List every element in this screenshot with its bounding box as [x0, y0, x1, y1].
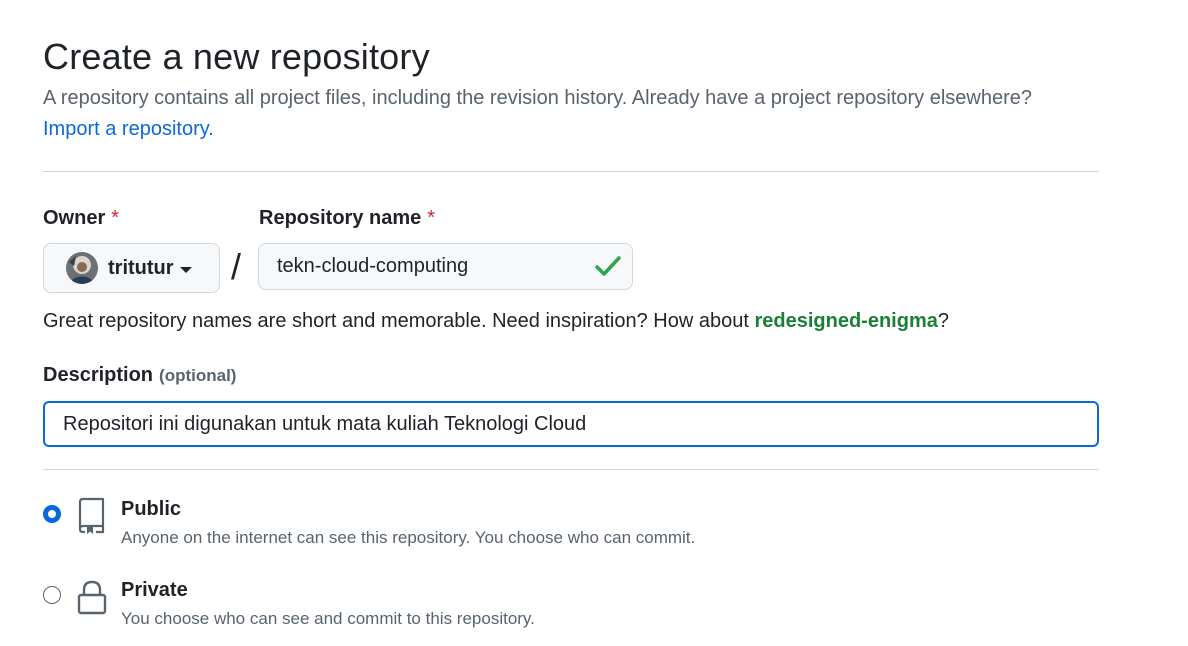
repo-name-hint: Great repository names are short and mem… — [43, 310, 949, 333]
hint-text: Great repository names are short and mem… — [43, 310, 755, 332]
lock-icon — [77, 580, 107, 615]
owner-repo-separator: / — [231, 246, 242, 287]
repo-name-label: Repository name * — [259, 207, 435, 230]
import-repository-link[interactable]: Import a repository. — [43, 118, 214, 141]
description-input[interactable] — [43, 401, 1099, 447]
page-subtitle: A repository contains all project files,… — [43, 87, 1033, 109]
description-optional-label: (optional) — [159, 366, 237, 385]
visibility-private-radio[interactable] — [43, 586, 61, 604]
description-label: Description (optional) — [43, 364, 236, 387]
visibility-private-description: You choose who can see and commit to thi… — [121, 609, 535, 628]
header-divider — [43, 171, 1099, 172]
page-title: Create a new repository — [43, 36, 430, 77]
visibility-public-radio[interactable] — [43, 505, 61, 523]
chevron-down-icon — [179, 266, 192, 273]
repo-name-required-mark: * — [427, 207, 436, 229]
check-icon — [595, 256, 621, 276]
owner-required-mark: * — [111, 207, 120, 229]
owner-name: tritutur — [108, 256, 174, 279]
name-suggestion-link[interactable]: redesigned-enigma — [754, 310, 937, 332]
owner-label: Owner * — [43, 207, 119, 230]
visibility-public-description: Anyone on the internet can see this repo… — [121, 528, 696, 547]
visibility-public-title[interactable]: Public — [121, 498, 181, 521]
visibility-divider — [43, 469, 1099, 470]
visibility-private-title[interactable]: Private — [121, 579, 188, 602]
hint-suffix: ? — [937, 310, 949, 332]
owner-label-text: Owner — [43, 207, 106, 229]
avatar — [66, 252, 98, 284]
repo-name-label-text: Repository name — [259, 207, 422, 229]
repo-icon — [78, 497, 105, 534]
repo-name-input[interactable] — [258, 243, 633, 290]
description-label-text: Description — [43, 364, 154, 386]
owner-select-button[interactable]: tritutur — [43, 243, 220, 293]
